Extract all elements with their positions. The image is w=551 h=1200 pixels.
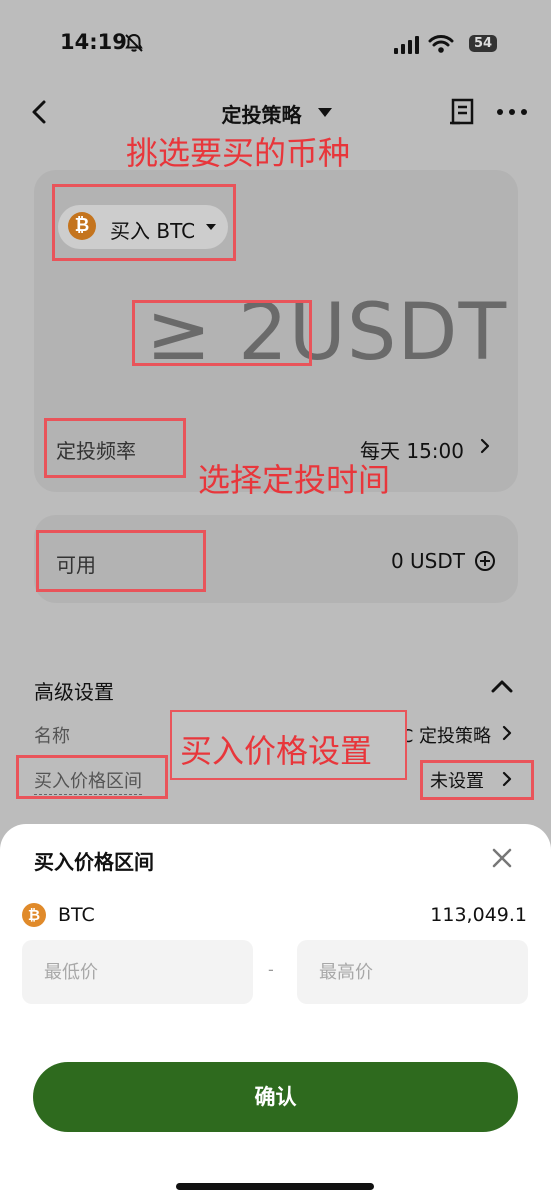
annotation-box-coin xyxy=(52,184,236,261)
max-price-input[interactable] xyxy=(297,940,528,1004)
annotation-pick-coin: 挑选要买的币种 xyxy=(126,134,351,172)
annotation-box-amount xyxy=(132,300,312,366)
chevron-up-icon[interactable] xyxy=(490,678,514,694)
sheet-title: 买入价格区间 xyxy=(34,850,154,874)
range-separator: - xyxy=(268,960,274,979)
status-time: 14:19 xyxy=(60,30,127,54)
btc-logo: ₿ xyxy=(22,903,46,927)
caret-down-icon[interactable] xyxy=(318,108,332,118)
annotation-box-frequency xyxy=(44,418,186,478)
battery-level: 54 xyxy=(469,35,497,52)
available-value: 0 USDT xyxy=(390,549,465,573)
sheet-coin-name: BTC xyxy=(58,904,95,926)
annotation-box-price-label xyxy=(16,755,168,799)
confirm-button[interactable]: 确认 xyxy=(33,1062,518,1132)
annotation-box-available xyxy=(36,530,206,592)
advanced-settings-title: 高级设置 xyxy=(34,680,114,704)
more-icon[interactable] xyxy=(496,107,528,117)
signal-icon xyxy=(394,36,419,54)
price-range-sheet xyxy=(0,824,551,1200)
bell-muted-icon xyxy=(125,33,143,52)
current-price: 113,049.1 xyxy=(430,904,527,926)
close-icon[interactable] xyxy=(490,846,514,870)
home-indicator xyxy=(176,1183,374,1190)
plus-circle-icon[interactable] xyxy=(474,550,496,572)
document-icon[interactable] xyxy=(450,98,476,126)
wifi-icon xyxy=(428,35,454,53)
annotation-box-price-value xyxy=(420,760,534,800)
annotation-buy-price: 买入价格设置 xyxy=(180,732,373,770)
chevron-right-icon[interactable] xyxy=(480,438,490,454)
strategy-name-label: 名称 xyxy=(34,726,70,747)
chevron-right-icon[interactable] xyxy=(502,725,512,741)
annotation-pick-time: 选择定投时间 xyxy=(198,461,391,499)
min-price-input[interactable] xyxy=(22,940,253,1004)
